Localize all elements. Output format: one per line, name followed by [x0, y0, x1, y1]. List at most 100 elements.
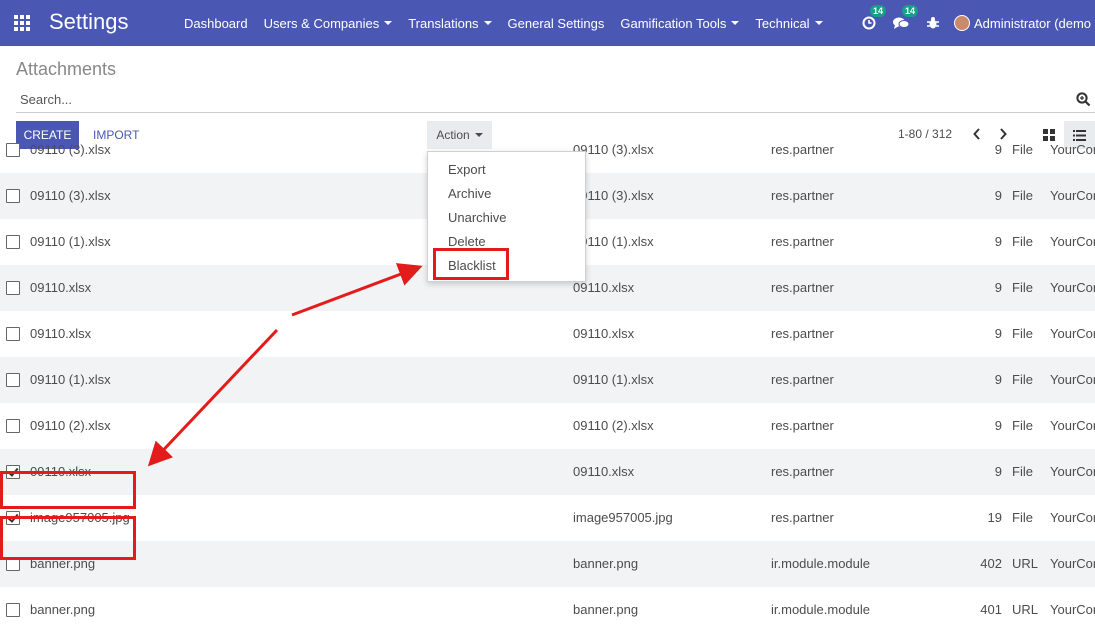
row-select-checkbox[interactable]: [6, 143, 20, 157]
attachment-name: 09110 (2).xlsx: [30, 418, 111, 433]
company-name: YourCor: [1050, 418, 1095, 433]
attachment-type: File: [1012, 510, 1033, 525]
attachment-name: 09110 (3).xlsx: [30, 143, 111, 157]
attachment-type: URL: [1012, 556, 1039, 571]
table-row[interactable]: 09110 (2).xlsx 09110 (2).xlsx res.partner 9…: [0, 403, 1095, 449]
pager-previous-button[interactable]: [969, 124, 985, 144]
messages-badge: 14: [901, 5, 918, 17]
file-size: 9: [994, 188, 1002, 203]
company-name: YourCor: [1050, 510, 1095, 525]
table-row[interactable]: 09110.xlsx 09110.xlsx res.partner 9 File Your…: [0, 311, 1095, 357]
attachment-type: File: [1012, 326, 1033, 341]
table-row[interactable]: 09110 (1).xlsx 09110 (1).xlsx res.partner 9…: [0, 357, 1095, 403]
attachment-type: File: [1012, 188, 1033, 203]
action-menu-item-archive[interactable]: Archive: [448, 186, 491, 201]
menu-item-label: Gamification Tools: [620, 15, 727, 31]
row-select-checkbox[interactable]: [6, 603, 20, 617]
table-row[interactable]: banner.png banner.png ir.module.module 402 U…: [0, 541, 1095, 587]
menu-item-technical[interactable]: Technical: [747, 16, 830, 31]
action-menu-item-unarchive[interactable]: Unarchive: [448, 210, 507, 225]
search-bar: [16, 88, 1095, 113]
file-size: 9: [994, 464, 1002, 479]
menu-item-dashboard[interactable]: Dashboard: [176, 16, 256, 31]
attachment-type: URL: [1012, 602, 1039, 617]
menu-item-gamification-tools[interactable]: Gamification Tools: [612, 16, 747, 31]
attachment-type: File: [1012, 280, 1033, 295]
breadcrumb: Attachments: [16, 59, 117, 79]
table-row[interactable]: 09110.xlsx 09110.xlsx res.partner 9 File Your…: [0, 449, 1095, 495]
annotation-blacklist-highlight: [433, 248, 509, 280]
resource-model: res.partner: [771, 464, 834, 479]
chat-bubbles-icon: [893, 17, 910, 29]
resource-model: res.partner: [771, 418, 834, 433]
resource-model: res.partner: [771, 510, 834, 525]
row-select-checkbox[interactable]: [6, 189, 20, 203]
chevron-left-icon: [973, 128, 980, 140]
action-label: Action: [436, 128, 470, 142]
caret-down-icon: [384, 21, 393, 25]
row-select-checkbox[interactable]: [6, 419, 20, 433]
action-menu-item-export[interactable]: Export: [448, 162, 486, 177]
resource-model: res.partner: [771, 372, 834, 387]
company-name: YourCor: [1050, 464, 1095, 479]
file-size: 401: [980, 602, 1002, 617]
company-name: YourCor: [1050, 326, 1095, 341]
row-select-checkbox[interactable]: [6, 281, 20, 295]
search-zoom-icon[interactable]: [1076, 92, 1091, 107]
menu-item-users-companies[interactable]: Users & Companies: [256, 16, 401, 31]
bug-icon: [927, 17, 939, 29]
caret-down-icon: [483, 21, 492, 25]
table-row[interactable]: image957005.jpg image957005.jpg res.partne…: [0, 495, 1095, 541]
pager-next-button[interactable]: [995, 124, 1011, 144]
user-menu[interactable]: Administrator (demo: [974, 16, 1091, 31]
attachment-type: File: [1012, 418, 1033, 433]
file-size: 19: [987, 510, 1002, 525]
attachment-type: File: [1012, 143, 1033, 157]
annotation-row-highlight: [0, 471, 136, 509]
attachment-name: 09110.xlsx: [30, 280, 92, 295]
row-select-checkbox[interactable]: [6, 373, 20, 387]
attachment-type: File: [1012, 372, 1033, 387]
file-size: 9: [994, 234, 1002, 249]
row-select-checkbox[interactable]: [6, 327, 20, 341]
attachment-type: File: [1012, 234, 1033, 249]
avatar[interactable]: [954, 15, 970, 31]
company-name: YourCor: [1050, 280, 1095, 295]
activity-icon[interactable]: 14: [858, 5, 886, 33]
messages-icon[interactable]: 14: [890, 5, 918, 33]
annotation-row-highlight: [0, 516, 136, 560]
resource-model: ir.module.module: [771, 602, 870, 617]
row-select-checkbox[interactable]: [6, 235, 20, 249]
activity-badge: 14: [869, 5, 886, 17]
apps-menu-icon[interactable]: [14, 15, 31, 31]
pager-value[interactable]: 1-80 / 312: [898, 127, 952, 141]
list-icon: [1073, 129, 1086, 141]
company-name: YourCor: [1050, 602, 1095, 617]
clock-icon: [862, 16, 876, 30]
table-row[interactable]: banner.png banner.png ir.module.module 401 U…: [0, 587, 1095, 627]
menu-item-label: Users & Companies: [263, 15, 380, 31]
menu-item-label: Dashboard: [184, 15, 248, 31]
file-name: 09110.xlsx: [573, 280, 635, 295]
company-name: YourCor: [1050, 372, 1095, 387]
debug-bug-icon[interactable]: [922, 13, 944, 33]
search-input[interactable]: [16, 88, 1056, 110]
attachment-type: File: [1012, 464, 1033, 479]
caret-down-icon: [474, 133, 483, 137]
company-name: YourCor: [1050, 234, 1095, 249]
menu-item-label: Technical: [755, 15, 810, 31]
menu-item-general-settings[interactable]: General Settings: [500, 16, 613, 31]
menu-item-translations[interactable]: Translations: [400, 16, 499, 31]
caret-down-icon: [731, 21, 740, 25]
file-size: 9: [994, 326, 1002, 341]
file-size: 9: [994, 418, 1002, 433]
menu-item-label: Translations: [408, 15, 479, 31]
chevron-right-icon: [1000, 128, 1007, 140]
file-name: 09110.xlsx: [573, 464, 635, 479]
resource-model: res.partner: [771, 234, 834, 249]
resource-model: res.partner: [771, 143, 834, 157]
caret-down-icon: [814, 21, 823, 25]
resource-model: ir.module.module: [771, 556, 870, 571]
action-menu-item-delete[interactable]: Delete: [448, 234, 486, 249]
resource-model: res.partner: [771, 280, 834, 295]
